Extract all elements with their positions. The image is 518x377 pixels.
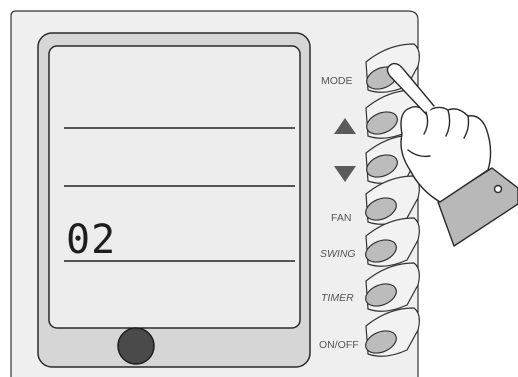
remote-controller: 02 MODE FAN SWING TIMER ON/OFF <box>10 10 518 377</box>
mode-label: MODE <box>321 75 353 87</box>
swing-label: SWING <box>320 248 356 260</box>
fan-label: FAN <box>331 212 351 224</box>
onoff-label: ON/OFF <box>319 339 359 351</box>
lcd-value: 02 <box>66 217 116 263</box>
indicator-button[interactable] <box>117 327 155 365</box>
timer-label: TIMER <box>321 292 354 304</box>
lcd-screen <box>48 45 301 329</box>
